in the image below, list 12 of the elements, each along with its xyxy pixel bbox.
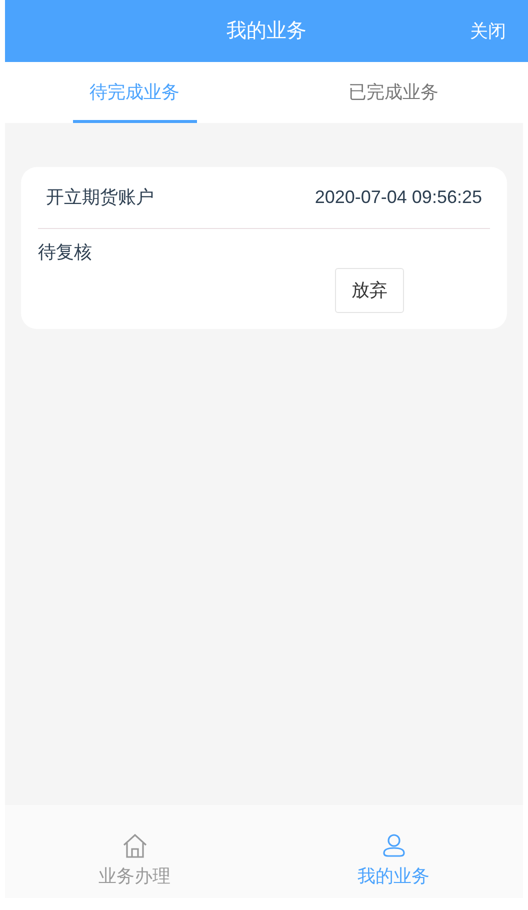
home-icon (122, 833, 148, 859)
nav-item[interactable]: 我的业务 (264, 805, 523, 898)
tab[interactable]: 待完成业务 (72, 62, 196, 123)
abandon-button[interactable]: 放弃 (335, 268, 404, 313)
task-time: 2020-07-04 09:56:25 (314, 186, 482, 209)
nav-item[interactable]: 业务办理 (5, 805, 264, 898)
task-status: 待复核 (38, 242, 92, 262)
close-button[interactable]: 关闭 (470, 18, 506, 45)
task-name: 开立期货账户 (46, 186, 154, 209)
header-title: 我的业务 (226, 19, 306, 44)
user-icon (380, 833, 406, 859)
tab[interactable]: 已完成业务 (332, 62, 456, 123)
